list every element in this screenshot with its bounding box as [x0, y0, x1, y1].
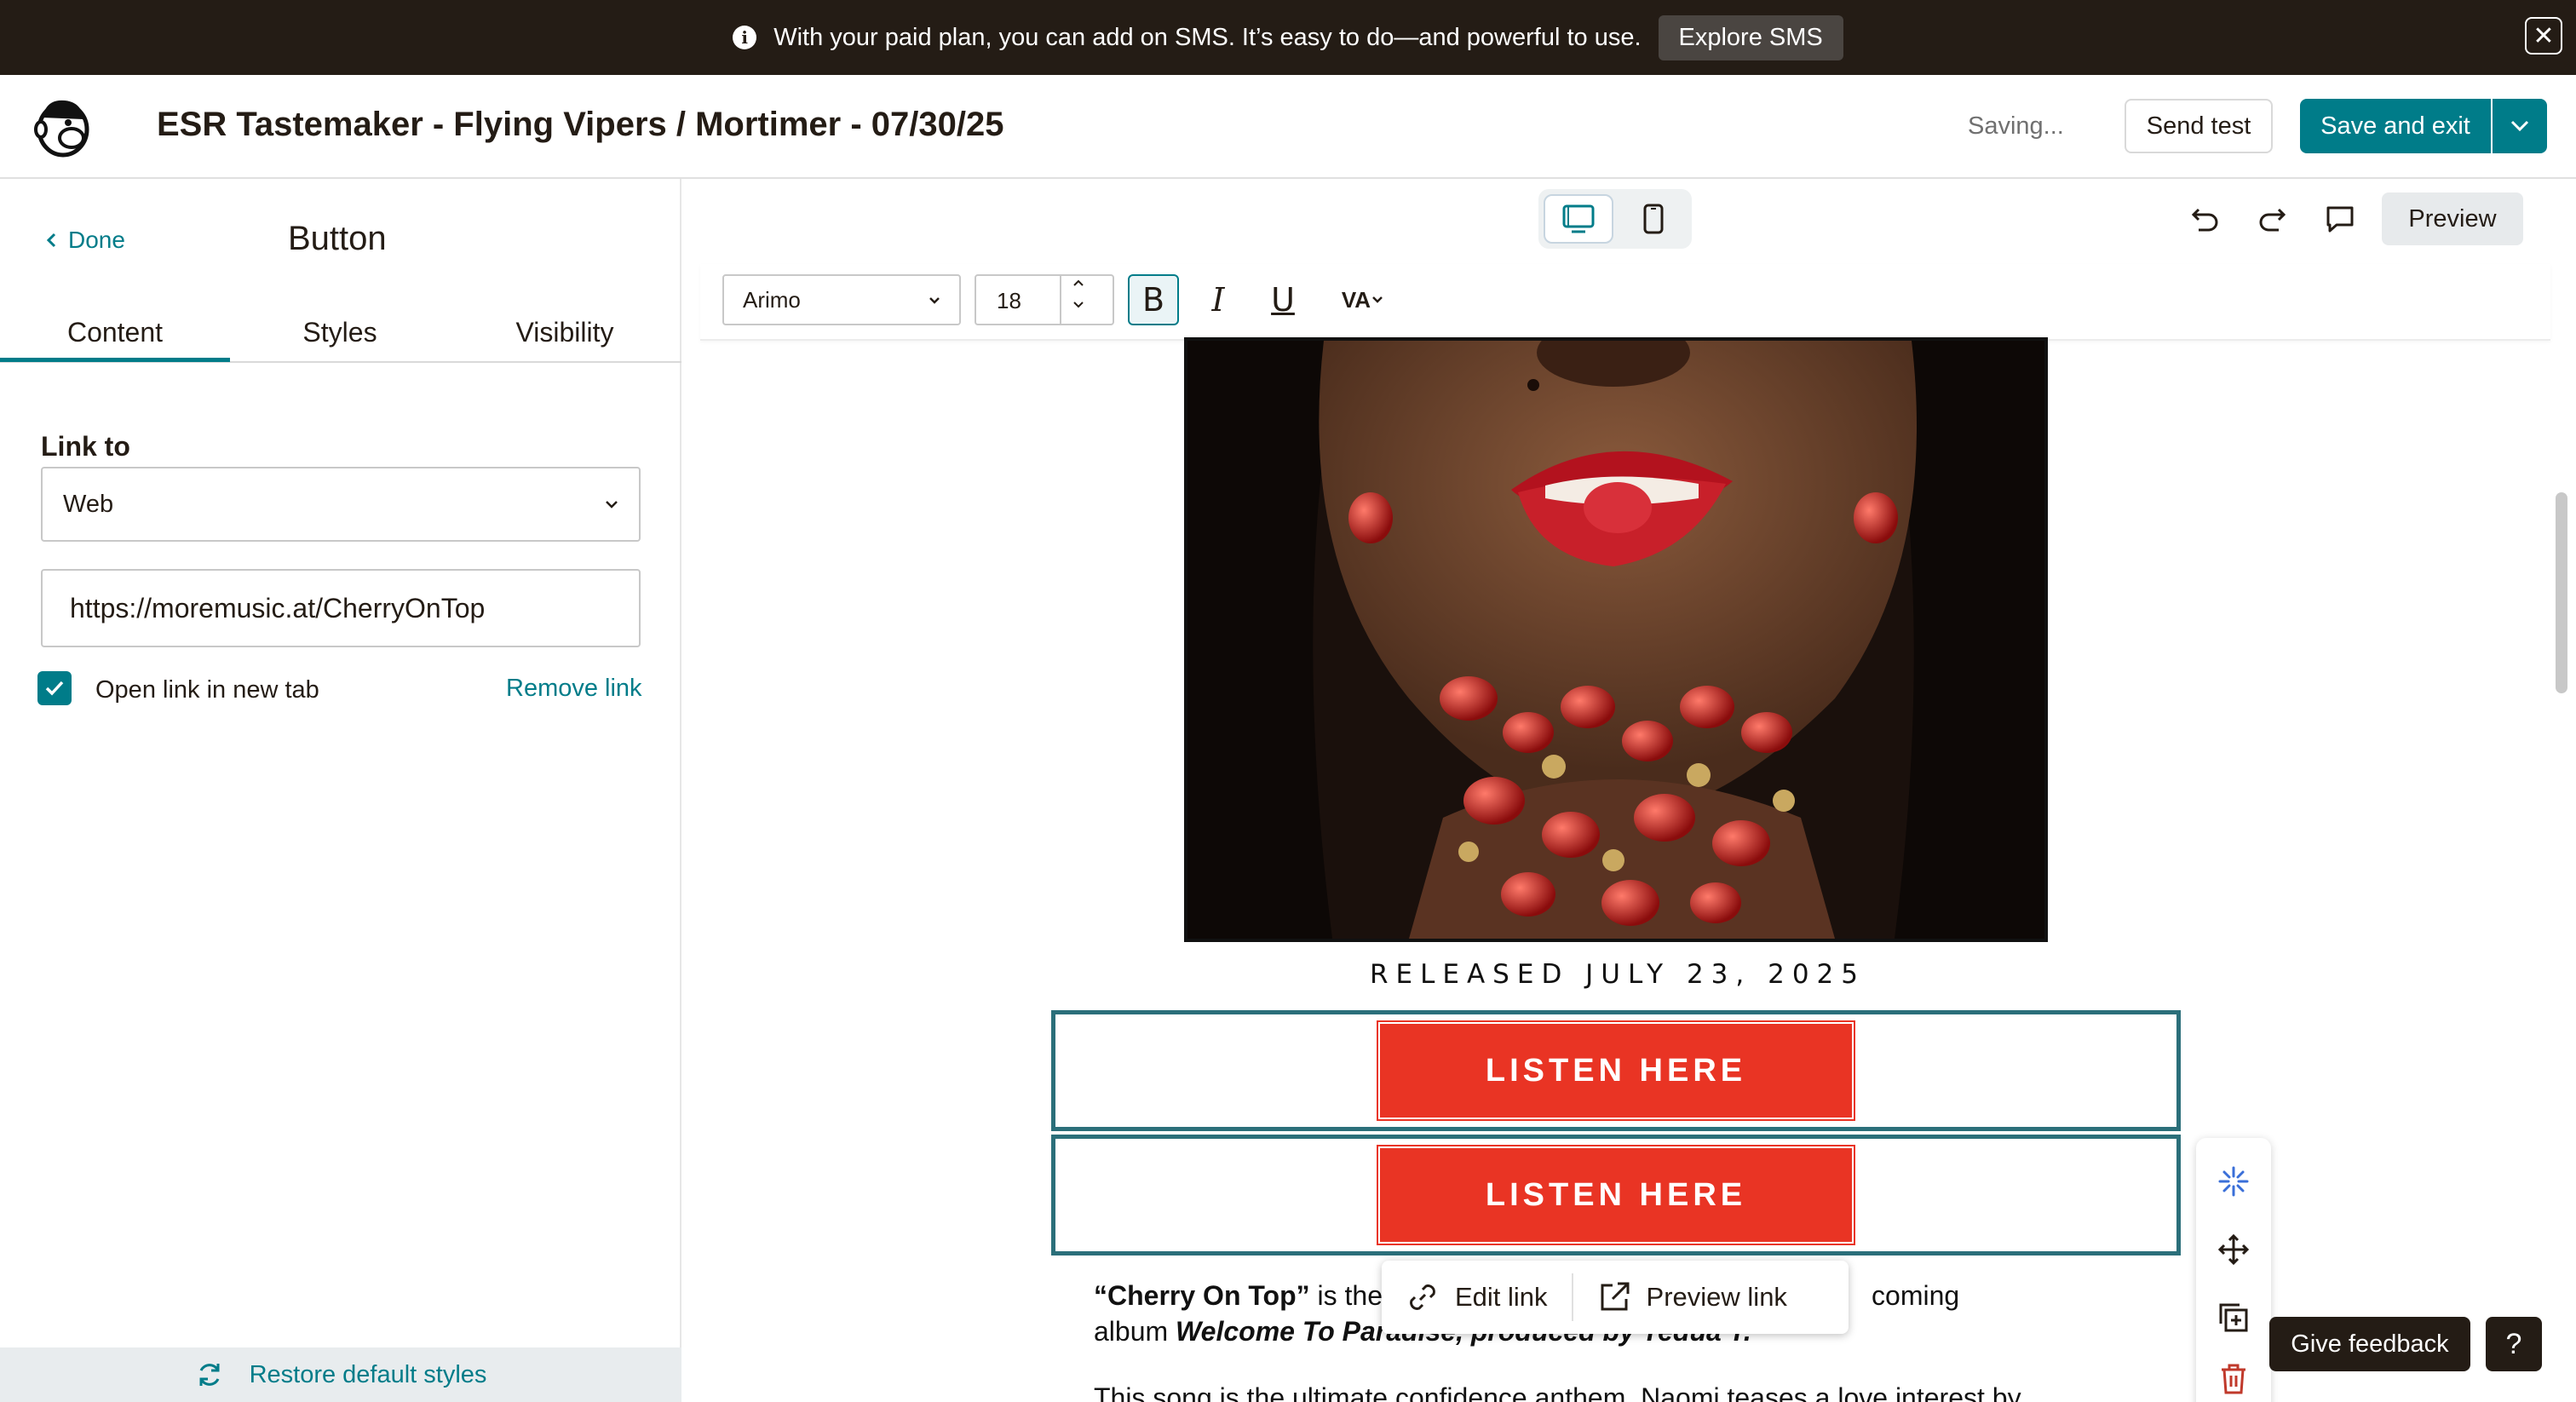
delete-block-button[interactable]: [2212, 1358, 2255, 1400]
tab-styles-label: Styles: [302, 316, 377, 348]
italic-button[interactable]: I: [1193, 274, 1244, 325]
song-title: “Cherry On Top”: [1094, 1280, 1310, 1311]
para-text-a: is the: [1309, 1280, 1383, 1311]
sparkle-icon: [2218, 1166, 2249, 1197]
chevron-down-icon: [606, 501, 618, 509]
chevron-down-icon: [1372, 296, 1383, 303]
comments-button[interactable]: [2319, 198, 2361, 240]
redo-button[interactable]: [2251, 198, 2293, 240]
chevron-down-icon[interactable]: [1072, 300, 1085, 310]
refresh-icon: [199, 1364, 220, 1386]
restore-default-styles-button[interactable]: Restore default styles: [0, 1347, 681, 1402]
explore-sms-button[interactable]: Explore SMS: [1658, 14, 1843, 60]
trash-icon: [2222, 1364, 2245, 1394]
panel-title: Button: [288, 220, 387, 257]
listen-here-button-2[interactable]: LISTEN HERE: [1377, 1145, 1855, 1245]
url-input[interactable]: [41, 569, 641, 647]
comment-icon: [2326, 206, 2354, 233]
info-icon: i: [733, 26, 757, 49]
send-test-button[interactable]: Send test: [2125, 99, 2273, 153]
listen-here-button[interactable]: LISTEN HERE: [1377, 1020, 1855, 1121]
announcement-banner: i With your paid plan, you can add on SM…: [0, 0, 2576, 75]
link-type-select[interactable]: Web: [41, 467, 641, 542]
para-text-b: coming: [1872, 1280, 1960, 1311]
chevron-down-icon: [2510, 120, 2529, 132]
tab-content[interactable]: Content: [2, 307, 228, 358]
give-feedback-button[interactable]: Give feedback: [2269, 1317, 2470, 1371]
editor-header: ESR Tastemaker - Flying Vipers / Mortime…: [0, 75, 2576, 179]
letter-spacing-icon: VA: [1341, 286, 1371, 313]
font-family-value: Arimo: [743, 286, 801, 313]
album-title: Welcome To Pa: [1176, 1316, 1376, 1347]
bold-button[interactable]: B: [1128, 274, 1179, 325]
font-size-value[interactable]: 18: [997, 288, 1021, 314]
block-actions-toolbar: [2196, 1138, 2271, 1402]
mobile-view-button[interactable]: [1619, 194, 1688, 244]
save-options-dropdown-button[interactable]: [2493, 99, 2547, 153]
stepper-divider: [1060, 276, 1061, 324]
release-date-text[interactable]: RELEASED JULY 23, 2025: [1051, 959, 2184, 990]
edit-link-button[interactable]: Edit link: [1382, 1261, 1572, 1334]
save-status: Saving...: [1968, 112, 2064, 140]
tab-styles[interactable]: Styles: [227, 307, 453, 358]
canvas-scrollbar[interactable]: [2556, 492, 2567, 693]
duplicate-block-button[interactable]: [2212, 1296, 2255, 1339]
active-tab-indicator: [0, 358, 230, 362]
undo-icon: [2191, 208, 2218, 232]
move-icon: [2217, 1233, 2250, 1266]
para-line2-a: album: [1094, 1316, 1176, 1347]
preview-link-label: Preview link: [1646, 1282, 1787, 1312]
open-new-tab-checkbox[interactable]: [37, 671, 72, 705]
link-icon: [1410, 1284, 1435, 1310]
save-and-exit-button[interactable]: Save and exit: [2300, 99, 2491, 153]
underline-button[interactable]: U: [1257, 274, 1308, 325]
help-button[interactable]: ?: [2486, 1317, 2542, 1371]
link-type-value: Web: [63, 490, 114, 518]
font-size-stepper[interactable]: 18: [975, 274, 1114, 325]
edit-link-label: Edit link: [1455, 1282, 1548, 1312]
ai-assist-button[interactable]: [2212, 1160, 2255, 1203]
mobile-icon: [1643, 204, 1664, 234]
remove-link-button[interactable]: Remove link: [506, 675, 642, 703]
tab-visibility[interactable]: Visibility: [451, 307, 678, 358]
close-banner-button[interactable]: ✕: [2525, 17, 2562, 55]
desktop-icon: [1562, 204, 1595, 233]
letter-spacing-button[interactable]: VA: [1329, 274, 1397, 325]
link-popup: Edit link Preview link: [1382, 1261, 1849, 1334]
chevron-down-icon: [929, 296, 940, 304]
undo-button[interactable]: [2184, 198, 2227, 240]
open-new-tab-label[interactable]: Open link in new tab: [95, 676, 319, 704]
redo-icon: [2259, 208, 2286, 232]
banner-message: With your paid plan, you can add on SMS.…: [773, 23, 1642, 51]
tab-content-label: Content: [66, 316, 164, 348]
external-link-icon: [1601, 1282, 1630, 1311]
email-body-paragraph-2[interactable]: This song is the ultimate confidence ant…: [1094, 1380, 2116, 1402]
font-family-select[interactable]: Arimo: [722, 274, 961, 325]
chevron-up-icon[interactable]: [1072, 278, 1085, 288]
tab-visibility-label: Visibility: [515, 316, 614, 348]
preview-button[interactable]: Preview: [2382, 192, 2523, 245]
album-cover-image[interactable]: [1184, 337, 2048, 942]
chevron-left-icon: [46, 233, 56, 248]
duplicate-icon: [2219, 1303, 2248, 1332]
done-label: Done: [68, 227, 125, 253]
block-settings-panel: Done Button Content Styles Visibility Li…: [0, 179, 681, 1402]
campaign-title[interactable]: ESR Tastemaker - Flying Vipers / Mortime…: [157, 106, 1003, 144]
mailchimp-logo-icon[interactable]: [29, 92, 97, 160]
preview-link-button[interactable]: Preview link: [1573, 1261, 1811, 1334]
portrait-illustration: [1187, 341, 2044, 939]
restore-label: Restore default styles: [249, 1360, 487, 1388]
done-button[interactable]: Done: [46, 227, 125, 254]
link-to-label: Link to: [41, 431, 130, 462]
checkmark-icon: [45, 681, 64, 696]
desktop-view-button[interactable]: [1544, 194, 1613, 244]
move-block-button[interactable]: [2212, 1228, 2255, 1271]
